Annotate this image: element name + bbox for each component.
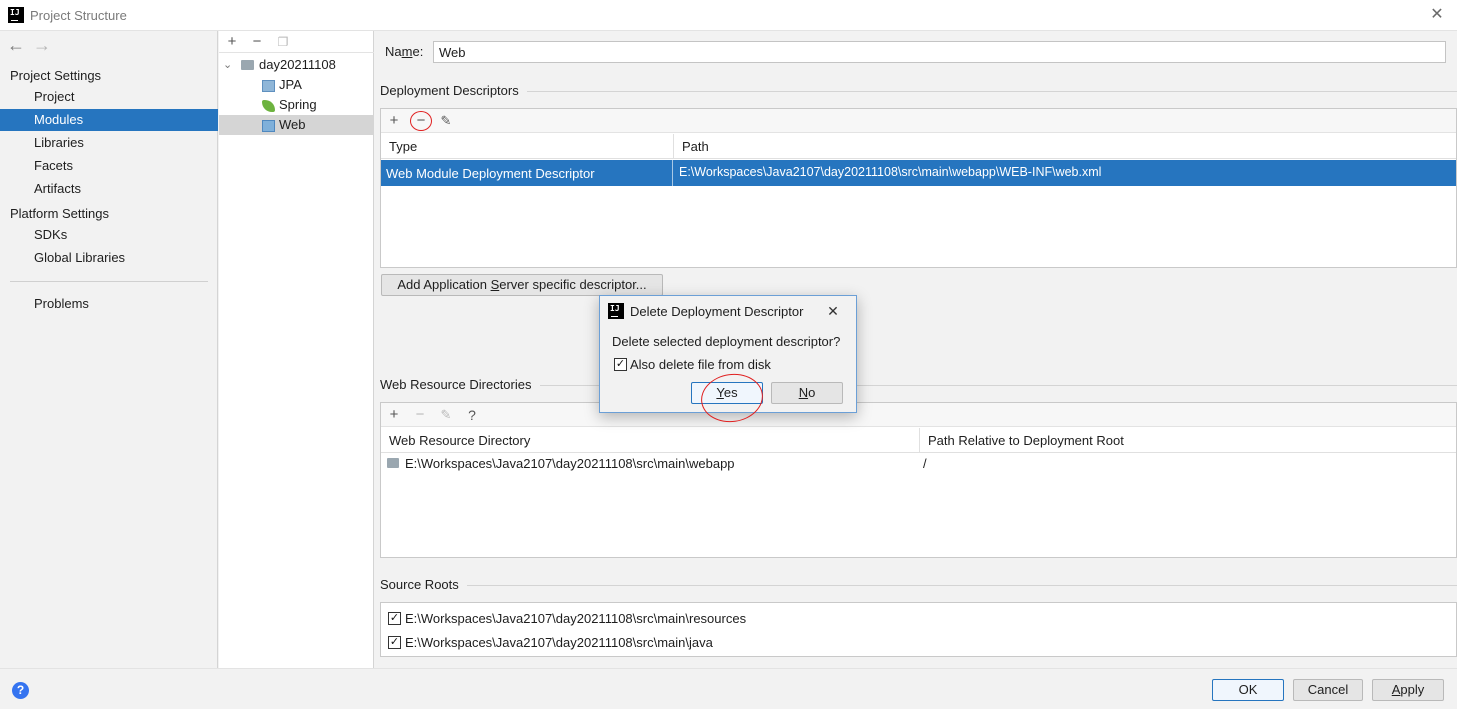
source-root-checkbox[interactable]: ✓ — [388, 636, 401, 649]
source-roots-panel: ✓ E:\Workspaces\Java2107\day20211108\src… — [380, 602, 1457, 657]
help-question-icon[interactable]: ? — [463, 406, 481, 424]
web-resource-directories-panel: + − ✎ ? Web Resource Directory Path Rela… — [380, 402, 1457, 558]
dialog-message: Delete selected deployment descriptor? — [612, 334, 841, 349]
add-descriptor-icon[interactable]: + — [385, 112, 403, 130]
relative-path-cell: / — [923, 456, 927, 471]
sidebar-item-facets[interactable]: Facets — [0, 155, 218, 177]
descriptor-path-cell: E:\Workspaces\Java2107\day20211108\src\m… — [679, 165, 1102, 179]
remove-directory-icon[interactable]: − — [411, 406, 429, 424]
tree-item-root[interactable]: ⌄ day20211108 — [219, 55, 374, 75]
sidebar-item-global-libraries[interactable]: Global Libraries — [0, 247, 218, 269]
window-title: Project Structure — [30, 8, 127, 23]
add-icon[interactable]: + — [223, 33, 241, 51]
module-folder-icon — [241, 60, 254, 70]
intellij-logo-icon: IJ — [8, 7, 24, 23]
help-icon[interactable]: ? — [12, 682, 29, 699]
deployment-descriptors-title: Deployment Descriptors — [380, 83, 519, 98]
dialog-close-icon[interactable]: ✕ — [824, 302, 842, 320]
tree-item-label: day20211108 — [259, 57, 336, 72]
chevron-down-icon[interactable]: ⌄ — [223, 55, 232, 75]
column-header-type[interactable]: Type — [381, 134, 673, 159]
column-header-relative-path[interactable]: Path Relative to Deployment Root — [920, 428, 1456, 453]
edit-descriptor-icon[interactable]: ✎ — [437, 112, 455, 130]
web-folder-icon — [387, 458, 399, 468]
platform-settings-header: Platform Settings — [10, 206, 109, 221]
descriptor-type-cell: Web Module Deployment Descriptor — [386, 166, 595, 181]
tree-item-label: JPA — [279, 77, 302, 92]
tree-toolbar: + − ❐ — [219, 31, 374, 53]
delete-file-checkbox[interactable]: ✓ — [614, 358, 627, 371]
source-root-path: E:\Workspaces\Java2107\day20211108\src\m… — [405, 611, 747, 626]
web-facet-settings: Name: Deployment Descriptors + − ✎ Type … — [375, 31, 1457, 668]
name-field[interactable] — [433, 41, 1446, 63]
close-window-icon[interactable]: ✕ — [1427, 5, 1447, 25]
delete-file-label[interactable]: Also delete file from disk — [630, 357, 771, 372]
tree-item-label: Web — [279, 117, 306, 132]
column-header-directory[interactable]: Web Resource Directory — [381, 428, 919, 453]
web-resources-toolbar: + − ✎ ? — [381, 403, 1456, 427]
deployment-descriptors-panel: + − ✎ Type Path Web Module Deployment De… — [380, 108, 1457, 268]
web-resource-directories-title: Web Resource Directories — [380, 377, 532, 392]
tree-item-web[interactable]: Web — [219, 115, 374, 135]
back-arrow-icon[interactable]: ← — [7, 36, 25, 54]
module-tree-panel: + − ❐ ⌄ day20211108 JPA Spring Web — [219, 31, 374, 668]
descriptors-toolbar: + − ✎ — [381, 109, 1456, 133]
column-separator — [672, 160, 673, 186]
sidebar-divider — [10, 281, 208, 282]
source-root-item[interactable]: ✓ E:\Workspaces\Java2107\day20211108\src… — [388, 611, 1288, 627]
title-bar: IJ Project Structure ✕ — [0, 0, 1457, 31]
tree-item-label: Spring — [279, 97, 317, 112]
remove-icon[interactable]: − — [248, 33, 266, 51]
project-settings-header: Project Settings — [10, 68, 102, 83]
tree-item-spring[interactable]: Spring — [219, 95, 374, 115]
web-directory-cell: E:\Workspaces\Java2107\day20211108\src\m… — [405, 456, 735, 471]
source-roots-title: Source Roots — [380, 577, 459, 592]
annotation-circle — [410, 111, 432, 131]
dialog-footer: ? OK Cancel Apply — [0, 668, 1457, 709]
settings-sidebar: ← → Project Settings Project Modules Lib… — [0, 31, 218, 668]
source-root-item[interactable]: ✓ E:\Workspaces\Java2107\day20211108\src… — [388, 635, 1288, 651]
intellij-logo-icon: IJ — [608, 303, 624, 319]
source-root-checkbox[interactable]: ✓ — [388, 612, 401, 625]
sidebar-item-sdks[interactable]: SDKs — [0, 224, 218, 246]
section-divider — [527, 91, 1457, 92]
edit-directory-icon[interactable]: ✎ — [437, 406, 455, 424]
sidebar-item-artifacts[interactable]: Artifacts — [0, 178, 218, 200]
web-facet-icon — [262, 120, 275, 132]
section-divider — [467, 585, 1457, 586]
copy-icon[interactable]: ❐ — [274, 33, 292, 51]
ok-button[interactable]: OK — [1212, 679, 1284, 701]
delete-descriptor-dialog: IJ Delete Deployment Descriptor ✕ Delete… — [599, 295, 857, 427]
jpa-icon — [262, 80, 275, 92]
source-root-path: E:\Workspaces\Java2107\day20211108\src\m… — [405, 635, 713, 650]
sidebar-item-libraries[interactable]: Libraries — [0, 132, 218, 154]
no-button[interactable]: No — [771, 382, 843, 404]
sidebar-item-project[interactable]: Project — [0, 86, 218, 108]
add-directory-icon[interactable]: + — [385, 406, 403, 424]
tree-item-jpa[interactable]: JPA — [219, 75, 374, 95]
add-server-descriptor-button[interactable]: Add Application Server specific descript… — [381, 274, 663, 296]
sidebar-item-problems[interactable]: Problems — [0, 293, 218, 315]
dialog-title: Delete Deployment Descriptor — [630, 304, 804, 319]
cancel-button[interactable]: Cancel — [1293, 679, 1363, 701]
table-row[interactable]: E:\Workspaces\Java2107\day20211108\src\m… — [381, 454, 1456, 474]
table-row[interactable]: Web Module Deployment Descriptor E:\Work… — [381, 160, 1456, 186]
sidebar-item-modules[interactable]: Modules — [0, 109, 218, 131]
column-header-path[interactable]: Path — [674, 134, 1456, 159]
spring-leaf-icon — [262, 100, 275, 112]
forward-arrow-icon[interactable]: → — [33, 36, 51, 54]
name-label: Name: — [385, 44, 424, 59]
apply-button[interactable]: Apply — [1372, 679, 1444, 701]
